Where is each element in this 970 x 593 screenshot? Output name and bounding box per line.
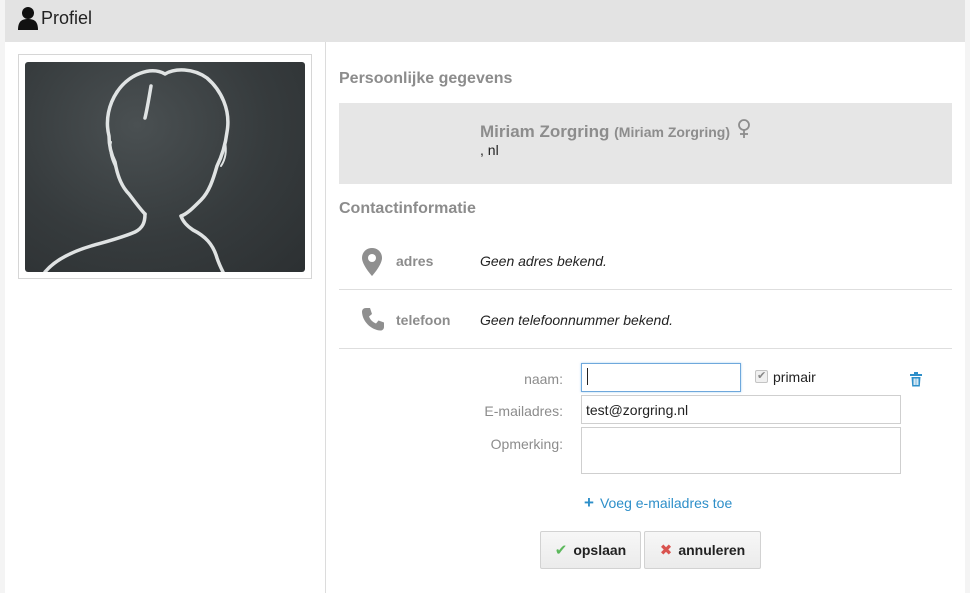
contact-row-address: adres Geen adres bekend. <box>339 231 952 290</box>
phone-value: Geen telefoonnummer bekend. <box>480 312 674 328</box>
trash-icon[interactable] <box>909 372 923 392</box>
primary-label: primair <box>773 369 816 385</box>
primary-checkbox[interactable]: ✔ <box>755 370 768 383</box>
profile-page: Profiel Persoonlijke gegevens Miriam Zor… <box>5 0 965 593</box>
add-email-link[interactable]: + Voeg e-mailadres toe <box>584 493 732 513</box>
silhouette-avatar <box>43 68 230 272</box>
address-label: adres <box>396 253 434 269</box>
person-summary: Miriam Zorgring (Miriam Zorgring) , nl <box>339 103 952 184</box>
remark-textarea[interactable] <box>581 427 901 474</box>
phone-icon <box>360 306 386 337</box>
personal-section-title: Persoonlijke gegevens <box>339 70 513 87</box>
map-marker-icon <box>361 247 383 282</box>
email-address-input[interactable] <box>581 395 901 424</box>
phone-label: telefoon <box>396 312 451 328</box>
left-column <box>5 42 326 593</box>
contact-section-title: Contactinformatie <box>339 200 476 217</box>
profile-photo-card <box>18 54 312 279</box>
address-value: Geen adres bekend. <box>480 253 607 269</box>
cancel-button[interactable]: ✖ annuleren <box>644 531 761 569</box>
email-name-label: naam: <box>524 371 563 387</box>
cancel-button-label: annuleren <box>678 542 746 558</box>
add-email-label: Voeg e-mailadres toe <box>599 495 733 511</box>
text-caret <box>587 368 588 385</box>
save-button[interactable]: ✔ opslaan <box>540 531 641 569</box>
person-name-line: Miriam Zorgring (Miriam Zorgring) <box>480 119 751 144</box>
header-bar: Profiel <box>5 0 965 42</box>
page-title: Profiel <box>41 8 93 28</box>
person-location: , nl <box>480 142 499 158</box>
profile-photo[interactable] <box>25 62 305 272</box>
person-alias: (Miriam Zorgring) <box>614 124 731 140</box>
right-column: Persoonlijke gegevens Miriam Zorgring (M… <box>339 42 953 593</box>
contact-row-phone: telefoon Geen telefoonnummer bekend. <box>339 290 952 349</box>
plus-icon: + <box>584 493 594 512</box>
save-button-label: opslaan <box>573 542 627 558</box>
email-name-input[interactable] <box>581 363 741 392</box>
person-name: Miriam Zorgring <box>480 122 610 141</box>
female-icon <box>737 119 751 144</box>
user-icon <box>17 6 39 30</box>
check-icon: ✔ <box>757 370 767 382</box>
email-address-label: E-mailadres: <box>484 403 563 419</box>
close-icon: ✖ <box>659 542 673 559</box>
check-icon: ✔ <box>554 542 568 559</box>
remark-label: Opmerking: <box>490 436 563 452</box>
